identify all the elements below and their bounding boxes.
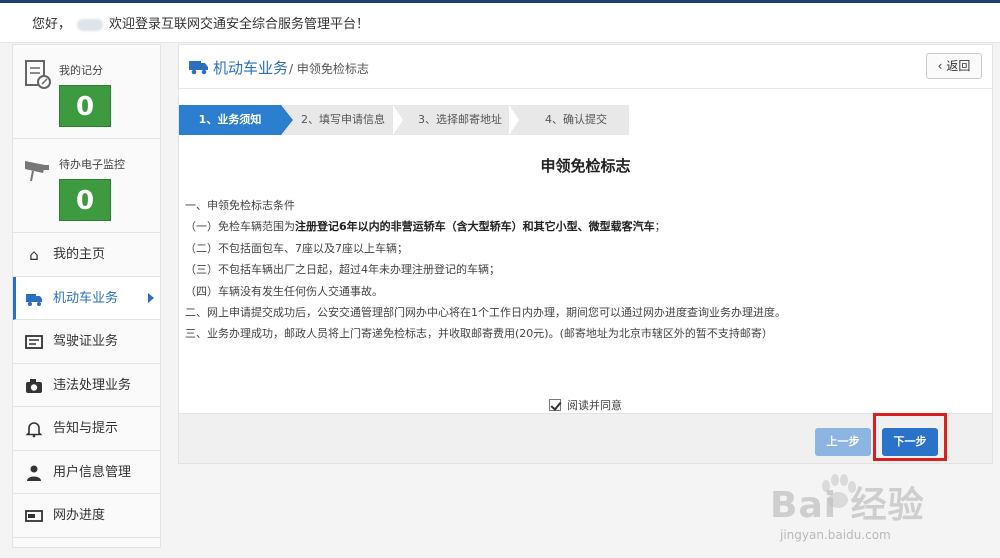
score-card-icon: [25, 60, 51, 89]
notice-condition-3: （三）不包括车辆出厂之日起，超过4年未办理注册登记的车辆；: [185, 263, 500, 277]
sidebar-item-progress[interactable]: 网办进度: [13, 494, 160, 538]
notice-condition-1: （一）免检车辆范围为注册登记6年以内的非营运轿车（含大型轿车）和其它小型、微型载…: [185, 216, 985, 237]
agree-checkbox[interactable]: [549, 399, 561, 411]
sidebar-item-license[interactable]: 驾驶证业务: [13, 320, 160, 364]
sidebar-item-label: 机动车业务: [53, 290, 119, 306]
stat-monitor-label: 待办电子监控: [59, 158, 125, 171]
blurred-username: [77, 18, 104, 31]
sidebar-item-label: 驾驶证业务: [53, 334, 119, 349]
condition-1-suffix: ；: [654, 220, 666, 234]
sidebar: 我的记分 0 待办电子监控 0 ⌂ 我的主页 机动车业务 驾驶证业务 违法处理业…: [12, 44, 161, 548]
camera-icon: [26, 378, 42, 393]
notice-condition-2: （二）不包括面包车、7座以及7座以上车辆；: [185, 241, 408, 255]
breadcrumb: 机动车业务 / 申领免检标志 ‹ 返回: [179, 45, 992, 89]
sidebar-item-label: 网办进度: [53, 508, 106, 523]
sidebar-item-violation[interactable]: 违法处理业务: [13, 364, 160, 407]
sidebar-item-home[interactable]: ⌂ 我的主页: [13, 233, 160, 277]
truck-icon: [26, 293, 42, 306]
welcome-bar: 您好， 欢迎登录互联网交通安全综合服务管理平台！: [0, 3, 1000, 43]
camera-monitor-icon: [25, 161, 49, 182]
step-separator: [393, 105, 403, 135]
stat-monitor-value: 0: [59, 179, 111, 221]
condition-1-bold: 注册登记6年以内的非营运轿车（含大型轿车）和其它小型、微型载客汽车: [295, 220, 655, 234]
baidu-watermark: Bai 经验 jingyan.baidu.com: [760, 470, 1000, 558]
step-progress: 1、业务须知 2、填写申请信息 3、选择邮寄地址 4、确认提交: [179, 105, 992, 135]
sidebar-item-notice[interactable]: 告知与提示: [13, 407, 160, 451]
notice-content: 一、申领免检标志条件 （一）免检车辆范围为注册登记6年以内的非营运轿车（含大型轿…: [185, 195, 985, 345]
stat-score-value: 0: [59, 85, 111, 127]
home-icon: ⌂: [29, 246, 39, 264]
agree-label: 阅读并同意: [567, 399, 622, 412]
notice-condition-4: （四）车辆没有发生任何伤人交通事故。: [185, 284, 383, 298]
sidebar-item-label: 用户信息管理: [53, 464, 132, 480]
stat-score-label: 我的记分: [59, 64, 103, 77]
notice-heading-2: 二、网上申请提交成功后，公安交通管理部门网办中心将在1个工作日内办理，期间您可以…: [185, 306, 786, 320]
watermark-logo-text: Bai 经验: [770, 485, 925, 526]
page-title: 申领免检标志: [540, 157, 631, 175]
breadcrumb-current-page: / 申领免检标志: [289, 62, 369, 76]
main-panel: 机动车业务 / 申领免检标志 ‹ 返回 1、业务须知 2、填写申请信息 3、选择…: [178, 44, 993, 464]
greeting-message: 欢迎登录互联网交通安全综合服务管理平台！: [109, 17, 370, 32]
greeting-prefix: 您好，: [32, 17, 72, 32]
prev-step-button[interactable]: 上一步: [815, 428, 871, 456]
sidebar-item-label: 违法处理业务: [53, 377, 132, 393]
notice-heading-3: 三、业务办理成功，邮政人员将上门寄递免检标志，并收取邮寄费用(20元)。(邮寄地…: [185, 327, 773, 341]
notice-heading-1: 一、申领免检标志条件: [185, 199, 295, 212]
agree-checkbox-row[interactable]: 阅读并同意: [549, 397, 622, 413]
progress-icon: [25, 510, 43, 522]
watermark-url: jingyan.baidu.com: [780, 528, 891, 542]
step-2: 2、填写申请信息: [301, 113, 385, 126]
truck-icon: [189, 61, 208, 75]
back-button[interactable]: ‹ 返回: [926, 53, 982, 79]
sidebar-item-user[interactable]: 用户信息管理: [13, 451, 160, 494]
sidebar-item-label: 我的主页: [53, 247, 106, 262]
stat-score[interactable]: 我的记分 0: [13, 45, 160, 139]
license-card-icon: [25, 335, 43, 349]
bell-icon: [25, 422, 43, 438]
chevron-left-icon: ‹: [937, 59, 943, 73]
stat-monitor[interactable]: 待办电子监控 0: [13, 139, 160, 233]
back-button-label: 返回: [946, 59, 971, 73]
breadcrumb-section-link[interactable]: 机动车业务: [213, 57, 288, 78]
step-3: 3、选择邮寄地址: [418, 113, 502, 126]
red-highlight-box: [873, 413, 947, 461]
sidebar-item-vehicle[interactable]: 机动车业务: [13, 276, 160, 320]
condition-1-prefix: （一）免检车辆范围为: [185, 220, 295, 234]
step-4: 4、确认提交: [545, 113, 607, 126]
caret-right-icon: [148, 292, 154, 303]
user-icon: [27, 465, 41, 481]
action-footer: 上一步 下一步: [179, 413, 992, 463]
step-1: 1、业务须知: [179, 105, 293, 135]
sidebar-item-label: 告知与提示: [53, 421, 119, 436]
